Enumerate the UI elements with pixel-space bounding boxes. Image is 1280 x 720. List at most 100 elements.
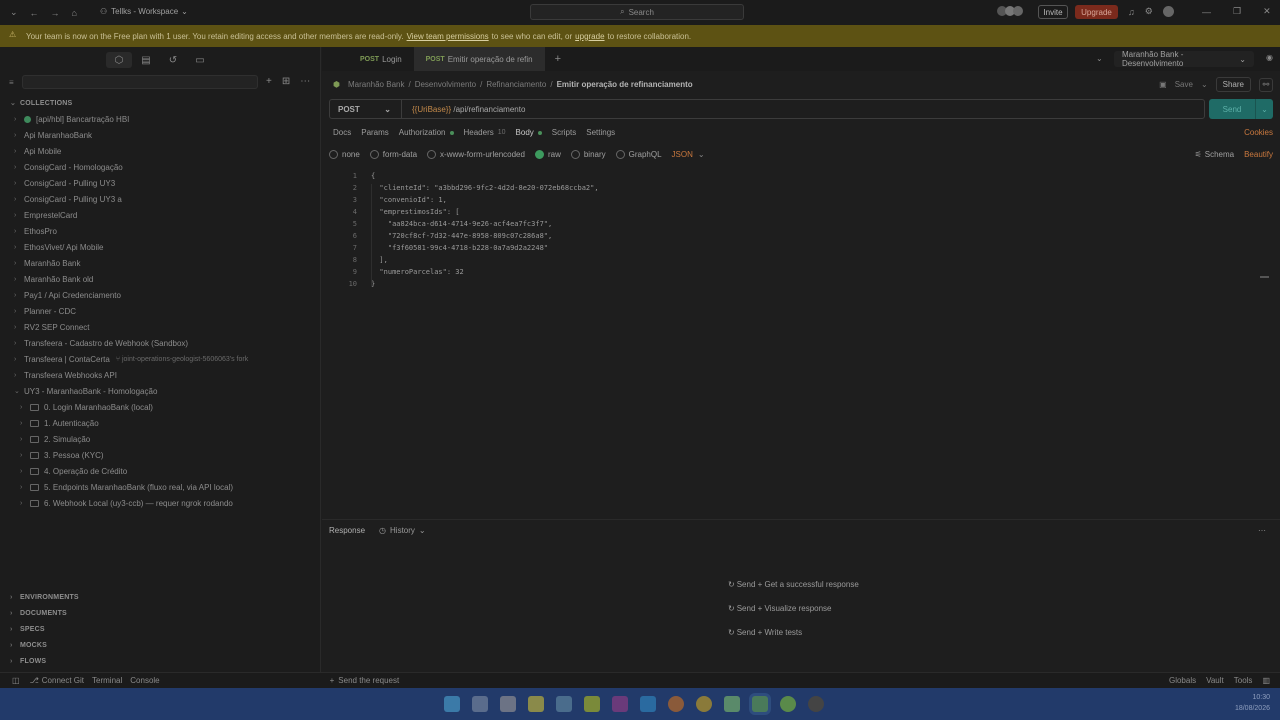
environment-selector[interactable]: Maranhão Bank - Desenvolvimento ⌄ xyxy=(1114,50,1254,68)
more-icon[interactable]: ⋯ xyxy=(1258,526,1266,535)
body-graphql-radio[interactable]: GraphQL xyxy=(615,150,662,159)
sidebar-item-collection[interactable]: › Transfeera Webhooks API xyxy=(14,367,314,383)
tab-headers[interactable]: Headers 10 xyxy=(464,128,506,137)
bell-icon[interactable]: ♫ xyxy=(1128,7,1135,17)
body-raw-radio[interactable]: raw xyxy=(534,150,561,159)
sidebar-item-collection[interactable]: › EmprestelCard xyxy=(14,207,314,223)
maximize-icon[interactable]: ❐ xyxy=(1233,6,1241,17)
sidebar-item-folder[interactable]: › 4. Operação de Crédito xyxy=(20,463,320,479)
sidebar-item-collection[interactable]: › Api MaranhaoBank xyxy=(14,127,314,143)
chevron-down-icon[interactable]: ⌄ xyxy=(1201,80,1208,89)
notes-icon[interactable] xyxy=(584,696,600,712)
schema-button[interactable]: ⚟ Schema xyxy=(1195,150,1235,159)
save-button[interactable]: Save xyxy=(1175,80,1193,89)
breadcrumb-item[interactable]: Desenvolvimento xyxy=(415,80,476,89)
beautify-button[interactable]: Beautify xyxy=(1244,150,1273,159)
sidebar-item-collection[interactable]: › Planner - CDC xyxy=(14,303,314,319)
app-icon[interactable] xyxy=(808,696,824,712)
sidebar-item-collection[interactable]: › ConsigCard - Pulling UY3 a xyxy=(14,191,314,207)
eye-icon[interactable]: ◉ xyxy=(1266,53,1273,62)
home-icon[interactable]: ⌂ xyxy=(72,8,77,18)
chrome-icon[interactable] xyxy=(780,696,796,712)
breadcrumb-item[interactable]: Refinanciamento xyxy=(486,80,546,89)
body-urlencoded-radio[interactable]: x-www-form-urlencoded xyxy=(427,150,525,159)
sidebar-item-folder[interactable]: › 1. Autenticação xyxy=(20,415,320,431)
plus-icon[interactable]: + xyxy=(266,76,272,87)
terminal-button[interactable]: Terminal xyxy=(92,676,122,685)
method-select[interactable]: POST ⌄ xyxy=(330,100,402,118)
tab-login[interactable]: POST Login xyxy=(348,47,414,71)
sidebar-item-collection[interactable]: › Transfeera | ContaCerta ⑂ joint-operatio… xyxy=(14,351,314,367)
close-icon[interactable]: ✕ xyxy=(1263,6,1271,17)
workspace-switcher[interactable]: ⚇ Tellks - Workspace ⌄ xyxy=(100,7,188,16)
invite-button[interactable]: Invite xyxy=(1038,5,1068,19)
save-icon[interactable]: ▣ xyxy=(1159,80,1167,89)
sidebar-item-folder[interactable]: › 6. Webhook Local (uy3-ccb) — requer ngr… xyxy=(20,495,320,511)
upgrade-link[interactable]: upgrade xyxy=(575,32,604,41)
sidebar-item-collection[interactable]: › RV2 SEP Connect xyxy=(14,319,314,335)
vault-button[interactable]: Vault xyxy=(1206,676,1224,685)
layout-icon[interactable]: ▥ xyxy=(1262,676,1270,685)
response-hint[interactable]: ↻ Send + Visualize response xyxy=(728,602,859,614)
explorer-icon[interactable] xyxy=(472,696,488,712)
sidebar-search-input[interactable] xyxy=(22,75,258,89)
more-icon[interactable]: ⋯ xyxy=(300,76,310,87)
tab-body[interactable]: Body xyxy=(516,128,542,137)
section-documents[interactable]: › DOCUMENTS xyxy=(10,605,79,621)
team-permissions-link[interactable]: View team permissions xyxy=(407,32,489,41)
sidebar-item-collection[interactable]: › Maranhão Bank xyxy=(14,255,314,271)
tab-settings[interactable]: Settings xyxy=(586,128,615,137)
connect-git-button[interactable]: ⎇ Connect Git xyxy=(30,676,84,685)
body-editor[interactable]: 1 {2 "clienteId": "a3bbd296-9fc2-4d2d-8e2… xyxy=(333,170,1272,518)
tab-docs[interactable]: Docs xyxy=(333,128,351,137)
send-button[interactable]: Send ⌄ xyxy=(1209,99,1273,119)
sidebar-item-folder[interactable]: › 0. Login MaranhaoBank (local) xyxy=(20,399,320,415)
start-icon[interactable] xyxy=(444,696,460,712)
cookies-link[interactable]: Cookies xyxy=(1244,128,1273,137)
minimize-icon[interactable]: — xyxy=(1202,7,1211,17)
system-clock[interactable]: 10:30 18/08/2026 xyxy=(1235,692,1270,714)
body-form-data-radio[interactable]: form-data xyxy=(369,150,417,159)
new-file-icon[interactable]: ⊞ xyxy=(282,76,290,87)
breadcrumb-item[interactable]: Maranhão Bank xyxy=(348,80,404,89)
sidebar-item-folder[interactable]: › 5. Endpoints MaranhaoBank (fluxo real, … xyxy=(20,479,320,495)
search-input[interactable]: ⌕ Search xyxy=(530,4,744,20)
vscode-icon[interactable] xyxy=(640,696,656,712)
history-button[interactable]: ◷ History ⌄ xyxy=(379,526,426,535)
sidebar-item-folder[interactable]: › 3. Pessoa (KYC) xyxy=(20,447,320,463)
app-icon[interactable] xyxy=(724,696,740,712)
tab-authorization[interactable]: Authorization xyxy=(399,128,454,137)
vs-icon[interactable] xyxy=(612,696,628,712)
url-input[interactable]: {{UriBase}} /api/refinanciamento xyxy=(402,105,525,114)
sidebar-item-collection[interactable]: ⌄ UY3 - MaranhaoBank - Homologação xyxy=(14,383,314,399)
response-hint[interactable]: ↻ Send + Get a successful response xyxy=(728,578,859,590)
globals-button[interactable]: Globals xyxy=(1169,676,1196,685)
chevron-down-icon[interactable]: ⌄ xyxy=(1255,99,1273,119)
app-icon[interactable] xyxy=(696,696,712,712)
sidebar-item-collection[interactable]: › Transfeera - Cadastro de Webhook (Sandb… xyxy=(14,335,314,351)
upgrade-button[interactable]: Upgrade xyxy=(1075,5,1118,19)
sidebar-item-collection[interactable]: › ConsigCard - Homologação xyxy=(14,159,314,175)
back-arrow-icon[interactable]: ← xyxy=(30,8,39,18)
sidebar-item-collection[interactable]: › EthosVivet/ Api Mobile xyxy=(14,239,314,255)
plus-icon[interactable]: + xyxy=(555,53,561,65)
chevron-down-icon[interactable]: ⌄ xyxy=(10,7,18,18)
collections-header[interactable]: ⌄ COLLECTIONS xyxy=(10,95,72,111)
chrome-icon[interactable] xyxy=(668,696,684,712)
collaborator-avatars[interactable] xyxy=(997,6,1023,16)
tab-emitir-refin[interactable]: POST Emitir operação de refin xyxy=(413,47,545,71)
tab-scripts[interactable]: Scripts xyxy=(552,128,576,137)
tools-button[interactable]: Tools xyxy=(1234,676,1253,685)
share-button[interactable]: Share xyxy=(1215,77,1251,92)
resize-handle[interactable] xyxy=(1260,276,1269,278)
sidebar-item-collection[interactable]: › Api Mobile xyxy=(14,143,314,159)
forward-arrow-icon[interactable]: → xyxy=(51,8,60,18)
sidebar-item-collection[interactable]: › Pay1 / Api Credenciamento xyxy=(14,287,314,303)
body-none-radio[interactable]: none xyxy=(329,150,360,159)
console-button[interactable]: Console xyxy=(130,676,159,685)
files-icon[interactable] xyxy=(528,696,544,712)
folder-icon[interactable]: ▭ xyxy=(187,52,213,68)
tab-params[interactable]: Params xyxy=(361,128,389,137)
gear-icon[interactable]: ⚙ xyxy=(1145,6,1153,17)
postman-icon[interactable] xyxy=(752,696,768,712)
